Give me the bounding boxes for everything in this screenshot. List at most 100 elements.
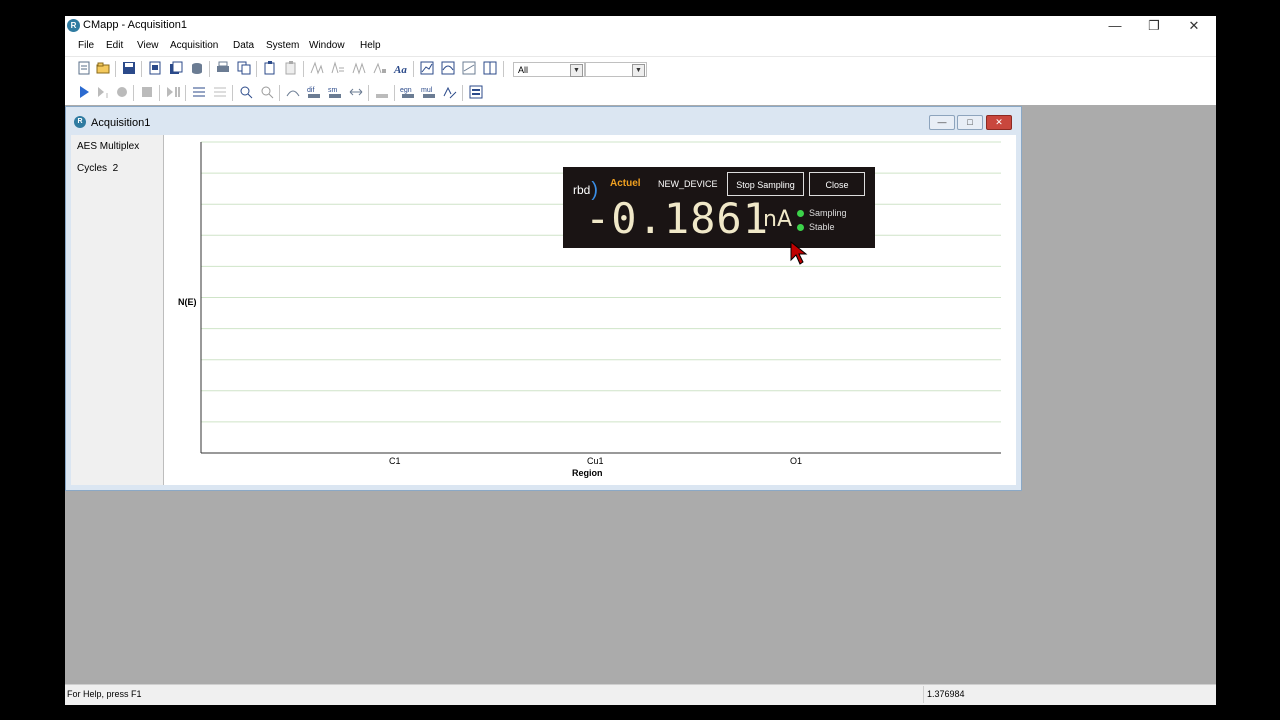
font-icon[interactable]: Aa [393,60,409,76]
mouse-cursor-icon [790,241,808,265]
menu-help[interactable]: Help [360,40,381,51]
status-help-text: For Help, press F1 [67,689,142,699]
acquisition-window: R Acquisition1 — □ ✕ AES Multiplex Cycle… [65,106,1022,491]
display-filter-select[interactable]: All ▼ [513,62,585,77]
child-restore-icon[interactable]: □ [957,115,983,130]
toolbar-separator [394,85,395,101]
differentiate-icon[interactable]: dif [306,84,322,100]
toolbar-separator [141,61,142,77]
toolbar-separator [462,85,463,101]
skip-icon[interactable] [165,84,181,100]
toolbar-separator [232,85,233,101]
zoom-out-icon[interactable] [259,84,275,100]
peak-label-icon[interactable] [309,60,325,76]
open-folder-icon[interactable] [95,60,111,76]
toolbar-separator [413,61,414,77]
product-name: Actuel [610,178,641,189]
copy-icon[interactable] [236,60,252,76]
chart-split-icon[interactable] [482,60,498,76]
record-icon[interactable] [114,84,130,100]
toolbar-separator [209,61,210,77]
acquisition-mode: AES Multiplex [77,141,140,152]
document-copy-icon[interactable] [168,60,184,76]
close-icon[interactable]: ✕ [1174,16,1214,36]
stable-label: Stable [809,222,835,232]
smooth-icon[interactable] [285,84,301,100]
cycles-label: Cycles [77,163,108,174]
svg-text:dif: dif [307,87,314,94]
menu-bar: File Edit View Acquisition Data System W… [65,38,1216,54]
svg-text:sm: sm [328,87,338,94]
minimize-icon[interactable]: — [1095,16,1135,36]
restore-icon[interactable]: ❐ [1134,16,1174,36]
play-icon[interactable] [76,84,92,100]
list-disabled-icon[interactable] [212,84,228,100]
x-tick-label: O1 [790,456,803,466]
overlay-close-button[interactable]: Close [809,172,865,196]
menu-data[interactable]: Data [233,40,254,51]
energy-icon[interactable]: egn [400,84,416,100]
document-icon[interactable] [147,60,163,76]
paste-disabled-icon[interactable] [283,60,299,76]
toolbar-separator [368,85,369,101]
cycles-value: 2 [112,163,119,174]
status-divider [923,686,924,703]
actuel-meter-overlay: rbd) Actuel NEW_DEVICE Stop Sampling Clo… [563,167,875,248]
app-logo-icon: R [67,19,80,32]
chart-stack-icon[interactable] [461,60,477,76]
secondary-select[interactable]: ▼ [585,62,647,77]
status-value: 1.376984 [927,689,965,699]
peak-list-icon[interactable] [330,60,346,76]
chart-icon[interactable] [419,60,435,76]
svg-text:Aa: Aa [393,64,407,76]
toolbar-separator [133,85,134,101]
multiply-icon[interactable]: mul [421,84,437,100]
x-axis-label: Region [572,468,603,478]
chart-overlay-icon[interactable] [440,60,456,76]
chevron-down-icon[interactable]: ▼ [632,64,645,77]
baseline-icon[interactable] [374,84,390,100]
stop-icon[interactable] [139,84,155,100]
acquisition-info-panel: AES Multiplex Cycles 2 [71,135,164,485]
device-name: NEW_DEVICE [658,179,718,189]
menu-acquisition[interactable]: Acquisition [170,40,218,51]
child-logo-icon: R [74,116,86,128]
app-window: R CMapp - Acquisition1 — ❐ ✕ File Edit V… [65,16,1216,705]
child-window-title: Acquisition1 [91,117,151,129]
step-icon[interactable] [95,84,111,100]
toolbar-separator [159,85,160,101]
chevron-down-icon[interactable]: ▼ [570,64,583,77]
smooth-data-icon[interactable]: sm [327,84,343,100]
toolbar-separator [279,85,280,101]
stop-sampling-button[interactable]: Stop Sampling [727,172,804,196]
settings-panel-icon[interactable] [468,84,484,100]
menu-system[interactable]: System [266,40,299,51]
database-icon[interactable] [189,60,205,76]
menu-window[interactable]: Window [309,40,345,51]
shift-icon[interactable] [348,84,364,100]
sampling-label: Sampling [809,208,847,218]
toolbar-bottom: dif sm egn mul [73,82,573,104]
toolbar-separator [115,61,116,77]
toolbar-separator [185,85,186,101]
child-close-icon[interactable]: ✕ [986,115,1012,130]
list-icon[interactable] [191,84,207,100]
toolbar-separator [256,61,257,77]
peak-marker-icon[interactable] [372,60,388,76]
cycles-row: Cycles 2 [77,163,118,174]
menu-view[interactable]: View [137,40,159,51]
menu-edit[interactable]: Edit [106,40,123,51]
paste-icon[interactable] [262,60,278,76]
toolbar-separator [503,61,504,77]
title-bar: R CMapp - Acquisition1 — ❐ ✕ [65,16,1216,36]
print-icon[interactable] [215,60,231,76]
child-minimize-icon[interactable]: — [929,115,955,130]
save-icon[interactable] [121,60,137,76]
peak-fit-icon[interactable] [351,60,367,76]
svg-text:egn: egn [400,87,412,94]
new-file-icon[interactable] [76,60,92,76]
menu-file[interactable]: File [78,40,94,51]
zoom-in-icon[interactable] [238,84,254,100]
edit-curve-icon[interactable] [442,84,458,100]
y-axis-label: N(E) [178,297,197,307]
